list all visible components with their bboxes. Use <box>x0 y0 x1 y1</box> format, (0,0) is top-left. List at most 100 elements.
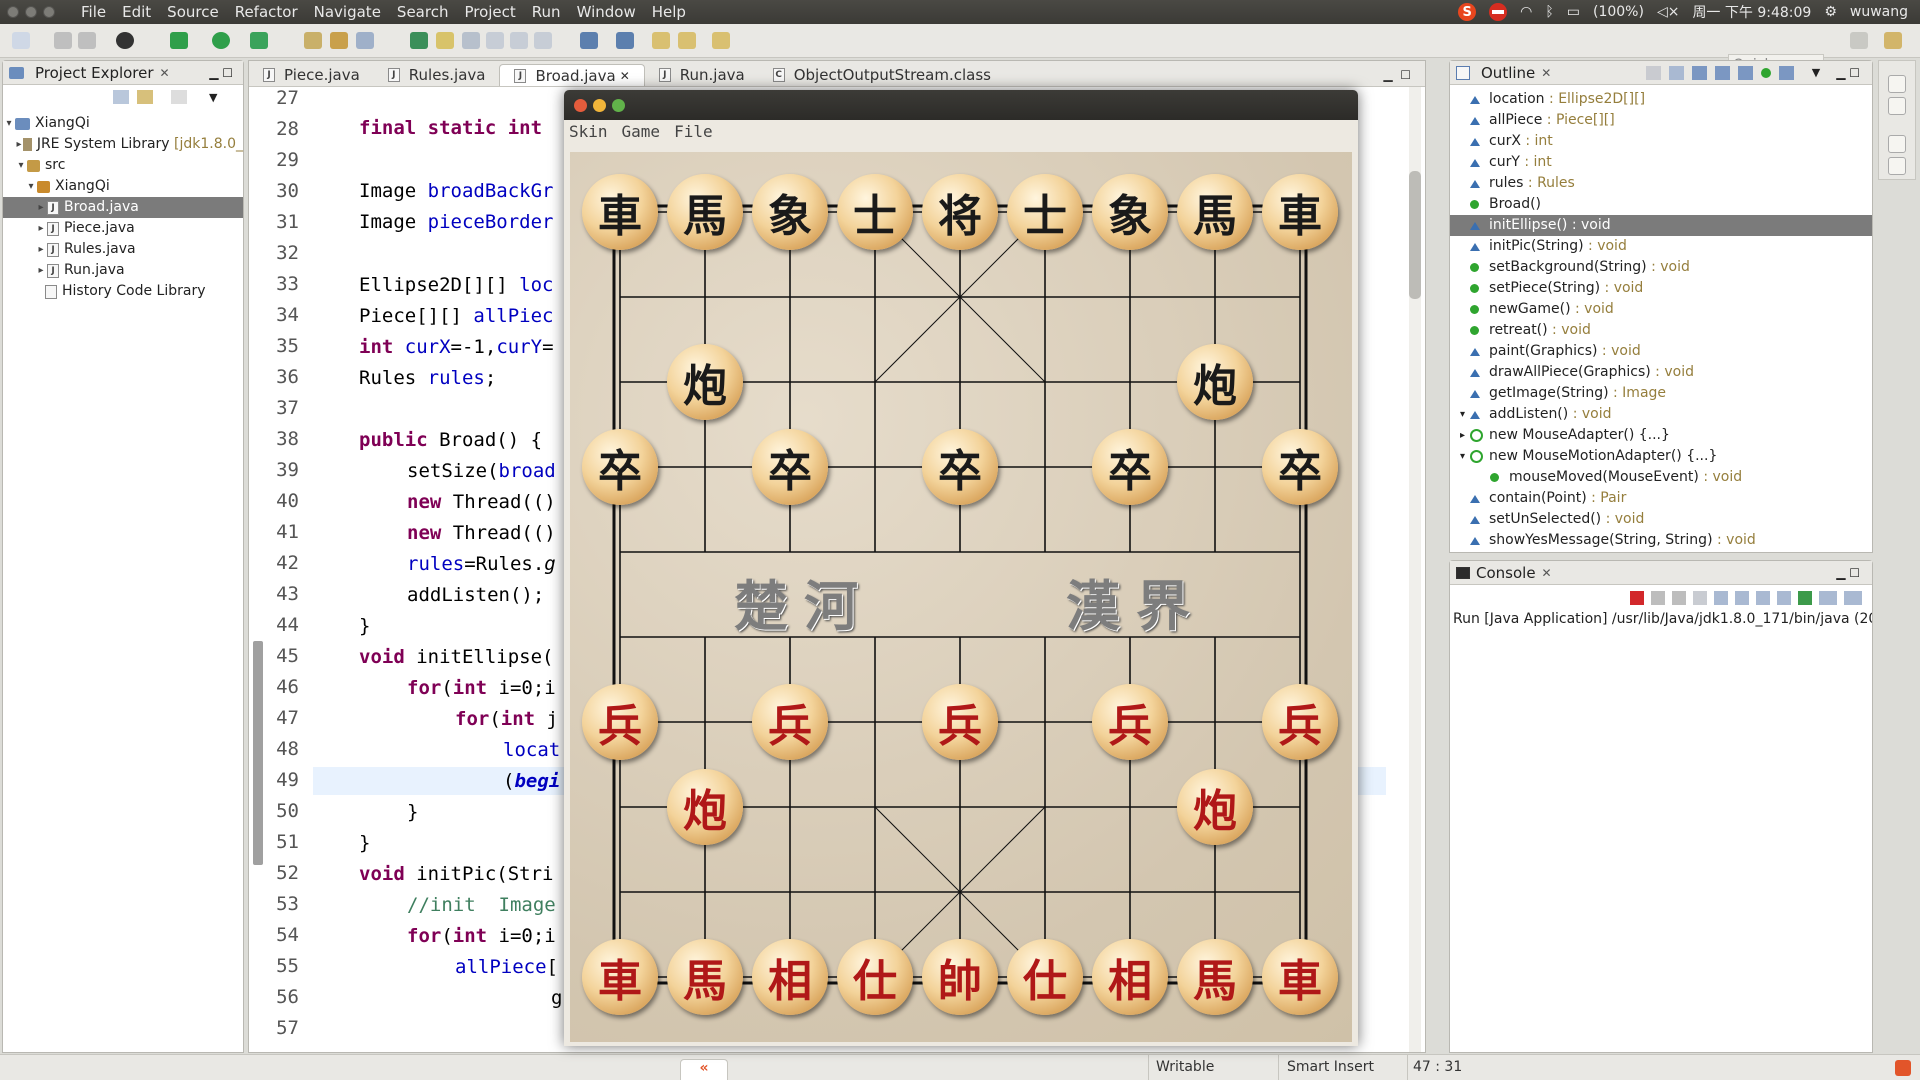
highlight-icon[interactable] <box>436 32 454 49</box>
menu-source[interactable]: Source <box>159 0 227 24</box>
code-line[interactable]: //init Image <box>407 894 556 916</box>
remove-all-icon[interactable] <box>1672 591 1686 605</box>
word-wrap-icon[interactable] <box>1735 591 1749 605</box>
outline-item[interactable]: showYesMessage(String, String) : void <box>1450 530 1872 551</box>
search-icon[interactable] <box>356 32 374 49</box>
scroll-thumb[interactable] <box>1409 171 1421 299</box>
debug-icon[interactable] <box>170 32 188 49</box>
outline-item[interactable]: drawAllPiece(Graphics) : void <box>1450 362 1872 383</box>
close-icon[interactable]: ✕ <box>1542 566 1552 580</box>
hide-fields-icon[interactable] <box>1691 65 1707 80</box>
code-line[interactable]: new Thread(() <box>407 522 556 544</box>
red-pawn-piece[interactable]: 兵 <box>582 684 658 760</box>
remove-launch-icon[interactable] <box>1651 591 1665 605</box>
save-icon[interactable] <box>54 32 72 49</box>
outline-item[interactable]: curX : int <box>1450 131 1872 152</box>
menu-navigate[interactable]: Navigate <box>306 0 389 24</box>
outline-item[interactable]: location : Ellipse2D[][] <box>1450 89 1872 110</box>
black-piece[interactable]: 車 <box>1262 174 1338 250</box>
minimize-maximize-icons[interactable]: ▁ ☐ <box>1836 66 1860 80</box>
view-menu-icon[interactable]: ▼ <box>209 91 217 104</box>
menu-run[interactable]: Run <box>524 0 569 24</box>
black-piece[interactable]: 馬 <box>1177 174 1253 250</box>
tree-file-run[interactable]: ▸ J Run.java <box>3 260 243 281</box>
tab-rules-java[interactable]: J Rules.java <box>374 64 500 86</box>
notification-icon[interactable] <box>1895 1060 1911 1076</box>
outline-item[interactable]: ▾ addListen() : void <box>1450 404 1872 425</box>
open-type-icon[interactable] <box>304 32 322 49</box>
menu-search[interactable]: Search <box>389 0 457 24</box>
menu-file[interactable]: File <box>73 0 114 24</box>
word-wrap-icon[interactable] <box>510 32 528 49</box>
tree-package-xiangqi[interactable]: ▾ XiangQi <box>3 176 243 197</box>
black-pawn-piece[interactable]: 卒 <box>1092 429 1168 505</box>
show-on-output-icon[interactable] <box>1756 591 1770 605</box>
outline-item[interactable]: newGame() : void <box>1450 299 1872 320</box>
code-line[interactable]: for(int i=0;i <box>407 677 556 699</box>
code-line[interactable]: void initPic(Stri <box>359 863 553 885</box>
outline-item[interactable]: paint(Graphics) : void <box>1450 341 1872 362</box>
code-line[interactable]: g <box>551 987 562 1009</box>
black-piece[interactable]: 象 <box>1092 174 1168 250</box>
code-line[interactable]: } <box>407 801 418 823</box>
red-piece[interactable]: 仕 <box>837 939 913 1015</box>
restore-icon[interactable] <box>1888 75 1906 93</box>
java-perspective-icon[interactable] <box>1884 32 1902 49</box>
collapse-all-icon[interactable] <box>113 90 129 104</box>
black-piece[interactable]: 馬 <box>667 174 743 250</box>
bluetooth-icon[interactable]: ᛒ <box>1545 4 1553 20</box>
menu-refactor[interactable]: Refactor <box>227 0 306 24</box>
outline-item[interactable]: getImage(String) : Image <box>1450 383 1872 404</box>
black-pawn-piece[interactable]: 卒 <box>582 429 658 505</box>
red-pawn-piece[interactable]: 兵 <box>922 684 998 760</box>
black-piece[interactable]: 車 <box>582 174 658 250</box>
black-piece[interactable]: 士 <box>837 174 913 250</box>
code-line[interactable]: Image broadBackGr <box>359 180 553 202</box>
tab-piece-java[interactable]: J Piece.java <box>249 64 374 86</box>
tree-file-broad[interactable]: ▸ J Broad.java <box>3 197 243 218</box>
black-pawn-piece[interactable]: 卒 <box>752 429 828 505</box>
red-cannon-piece[interactable]: 炮 <box>667 769 743 845</box>
hide-nonpublic-icon[interactable] <box>1737 65 1753 80</box>
outline-item[interactable]: setBackground(String) : void <box>1450 257 1872 278</box>
toggle-mark-icon[interactable] <box>462 32 480 49</box>
console-tab[interactable]: Console ✕ ▁ ☐ <box>1450 561 1872 585</box>
expand-icon[interactable]: ▾ <box>1460 446 1470 467</box>
terminate-icon[interactable] <box>1630 591 1644 605</box>
chess-board[interactable]: 楚河 漢界 車馬象士将士象馬車炮炮卒卒卒卒卒兵兵兵兵兵炮炮車馬相仕帥仕相馬車 <box>570 152 1352 1042</box>
outline-item[interactable]: Broad() <box>1450 194 1872 215</box>
red-cannon-piece[interactable]: 炮 <box>1177 769 1253 845</box>
code-line[interactable]: } <box>359 615 370 637</box>
code-line[interactable]: locat <box>503 739 560 761</box>
red-pawn-piece[interactable]: 兵 <box>752 684 828 760</box>
code-line[interactable]: int curX=-1,curY= <box>359 336 554 358</box>
clear-console-icon[interactable] <box>1693 591 1707 605</box>
code-line[interactable]: final static int <box>359 117 542 139</box>
code-line[interactable]: (begi <box>503 770 560 792</box>
profile-icon[interactable] <box>116 32 134 49</box>
view-menu-icon[interactable]: ▼ <box>1812 66 1820 80</box>
hide-static-icon[interactable] <box>1714 65 1730 80</box>
code-line[interactable]: Rules rules; <box>359 367 496 389</box>
red-piece[interactable]: 馬 <box>1177 939 1253 1015</box>
black-pawn-piece[interactable]: 卒 <box>1262 429 1338 505</box>
code-line[interactable]: new Thread(() <box>407 491 556 513</box>
game-close-button[interactable] <box>574 98 587 112</box>
outline-item[interactable]: initEllipse() : void <box>1450 215 1872 236</box>
minimize-window-button[interactable] <box>25 6 37 18</box>
sogou-input-icon[interactable]: S <box>1458 3 1477 21</box>
red-piece[interactable]: 相 <box>1092 939 1168 1015</box>
code-line[interactable]: public Broad() { <box>359 429 542 451</box>
external-tools-icon[interactable] <box>250 32 268 49</box>
code-line[interactable]: rules=Rules.g <box>407 553 556 575</box>
tab-objectoutputstream-class[interactable]: C ObjectOutputStream.class <box>759 64 1005 86</box>
editor-minmax-icons[interactable]: ▁ ☐ <box>1369 64 1425 86</box>
code-line[interactable]: void initEllipse( <box>359 646 553 668</box>
display-console-icon[interactable] <box>1819 591 1837 605</box>
open-folder-icon[interactable] <box>330 32 348 49</box>
close-icon[interactable]: ✕ <box>1541 66 1551 80</box>
tree-file-rules[interactable]: ▸ J Rules.java <box>3 239 243 260</box>
game-menu-file[interactable]: File <box>674 122 713 141</box>
red-piece[interactable]: 馬 <box>667 939 743 1015</box>
outline-item[interactable]: ▸ new MouseAdapter() {...} <box>1450 425 1872 446</box>
